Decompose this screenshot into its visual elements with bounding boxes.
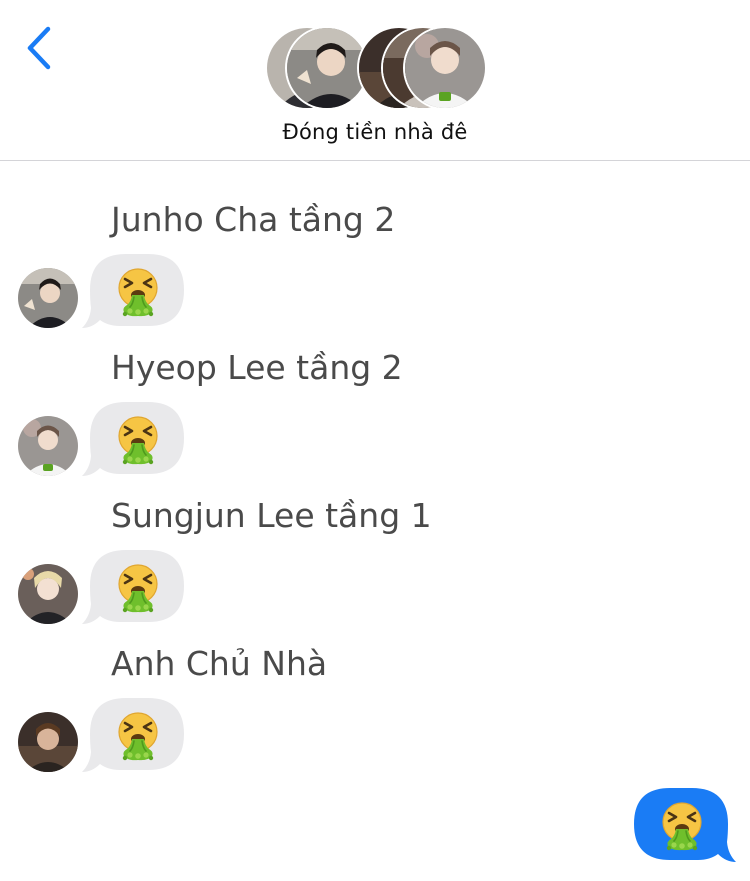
outgoing-message-bubble[interactable] [632,788,738,866]
message-bubble[interactable] [80,402,186,480]
sender-name: Sungjun Lee tầng 1 [111,496,432,535]
nauseated-vomiting-emoji [110,560,166,616]
message-bubble[interactable] [80,254,186,332]
sender-avatar[interactable] [18,416,78,476]
sender-name: Hyeop Lee tầng 2 [111,348,403,387]
chevron-left-icon [27,26,51,70]
message-bubble[interactable] [80,698,186,776]
nauseated-vomiting-emoji [110,412,166,468]
group-member-avatar [403,26,487,110]
sender-avatar[interactable] [18,564,78,624]
message-bubble[interactable] [80,550,186,628]
conversation-header: Đóng tiền nhà đê [0,0,750,161]
back-button[interactable] [18,22,62,74]
sender-avatar[interactable] [18,268,78,328]
group-avatar-stack[interactable] [265,26,487,110]
sender-name: Anh Chủ Nhà [111,644,328,683]
sender-avatar[interactable] [18,712,78,772]
nauseated-vomiting-emoji [110,708,166,764]
nauseated-vomiting-emoji [110,264,166,320]
group-title[interactable]: Đóng tiền nhà đê [0,120,750,144]
conversation-screen: Đóng tiền nhà đê Junho Cha tầng 2 Hyeop … [0,0,750,881]
nauseated-vomiting-emoji [654,798,710,854]
sender-name: Junho Cha tầng 2 [111,200,396,239]
